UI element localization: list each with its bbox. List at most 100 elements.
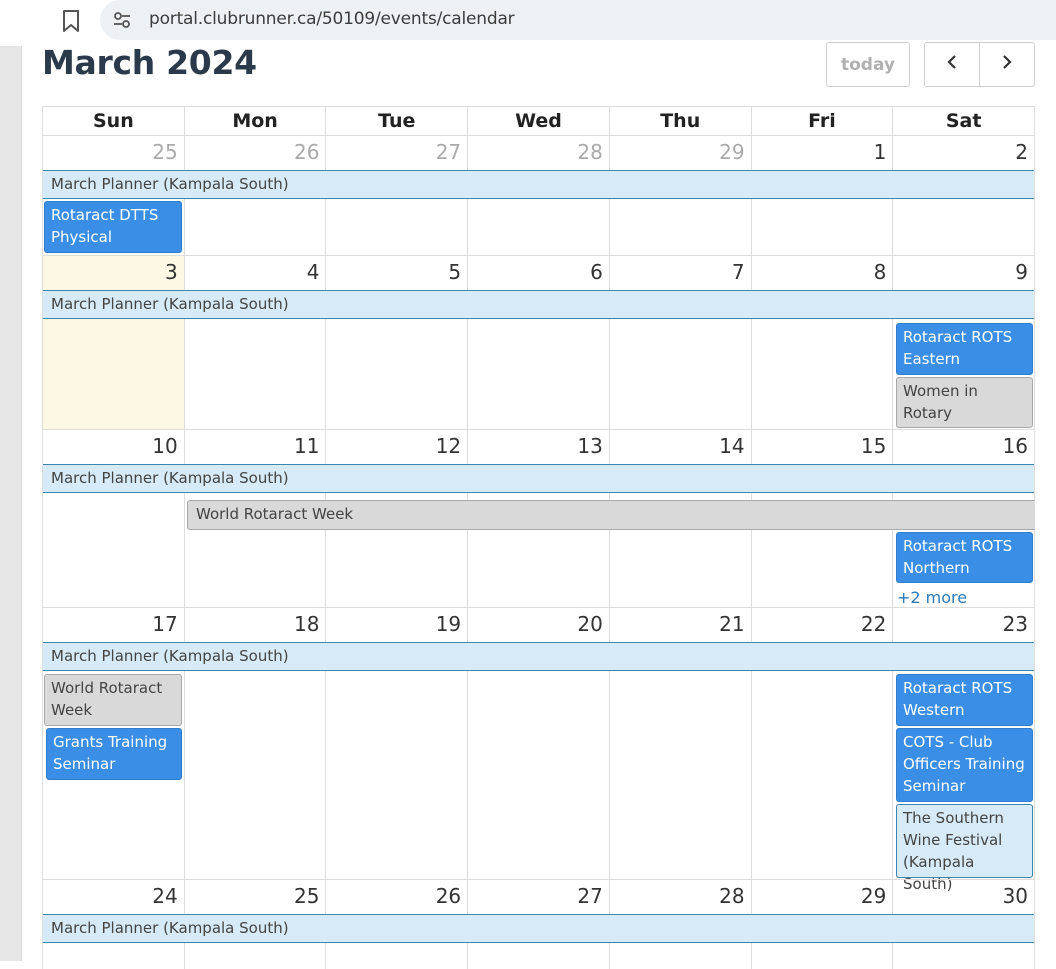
today-button[interactable]: today — [826, 42, 910, 87]
weekday-wed: Wed — [468, 107, 610, 135]
event-line: Physical — [51, 228, 113, 246]
weekday-sat: Sat — [945, 110, 982, 132]
day-cell-today[interactable]: 3 — [43, 256, 185, 429]
day-number[interactable]: 10 — [152, 434, 177, 458]
prev-month-button[interactable] — [924, 42, 980, 87]
day-number[interactable]: 19 — [436, 612, 461, 636]
weekday-mon: Mon — [185, 107, 327, 135]
event-world-rotaract-week[interactable]: World Rotaract Week — [44, 674, 182, 726]
event-line: Rotaract ROTS — [903, 537, 1013, 555]
event-line: Rotaract ROTS — [903, 679, 1013, 697]
day-number[interactable]: 9 — [1015, 260, 1028, 284]
left-gutter — [0, 46, 22, 961]
day-number[interactable]: 25 — [294, 884, 319, 908]
event-line: Northern — [903, 559, 970, 577]
day-number[interactable]: 25 — [152, 140, 177, 164]
event-line: Rotary — [903, 404, 953, 422]
weekday-tue: Tue — [326, 107, 469, 135]
event-rotaract-dtts-physical[interactable]: Rotaract DTTS Physical — [44, 201, 182, 253]
next-month-button[interactable] — [979, 42, 1035, 87]
day-number[interactable]: 21 — [719, 612, 744, 636]
weekday-fri: Fri — [752, 107, 894, 135]
event-line: COTS - Club — [903, 733, 993, 751]
day-number[interactable]: 24 — [152, 884, 177, 908]
event-line: Seminar — [903, 777, 966, 795]
day-number[interactable]: 20 — [577, 612, 602, 636]
day-number[interactable]: 1 — [874, 140, 887, 164]
day-number[interactable]: 28 — [577, 140, 602, 164]
event-line: Officers Training — [903, 755, 1025, 773]
day-number[interactable]: 5 — [448, 260, 461, 284]
planner-event[interactable]: March Planner (Kampala South) — [43, 914, 1034, 943]
chevron-right-icon — [999, 54, 1015, 75]
event-southern-wine-festival[interactable]: The Southern Wine Festival (Kampala Sout… — [896, 804, 1033, 893]
event-rotaract-rots-western[interactable]: Rotaract ROTS Western — [896, 674, 1033, 726]
day-number[interactable]: 12 — [436, 434, 461, 458]
day-number[interactable]: 29 — [719, 140, 744, 164]
day-number[interactable]: 28 — [719, 884, 744, 908]
event-line: Seminar — [53, 755, 116, 773]
planner-event[interactable]: March Planner (Kampala South) — [43, 170, 1034, 199]
event-line: World Rotaract — [51, 679, 163, 697]
day-number[interactable]: 22 — [861, 612, 886, 636]
more-events-link[interactable]: +2 more — [897, 588, 967, 607]
event-women-in-rotary[interactable]: Women in Rotary — [896, 377, 1033, 428]
browser-toolbar: portal.clubrunner.ca/50109/events/calend… — [0, 0, 1056, 46]
event-rotaract-rots-northern[interactable]: Rotaract ROTS Northern — [896, 532, 1033, 583]
calendar-title: March 2024 — [42, 43, 257, 82]
calendar-grid: Sun Mon Tue Wed Thu Fri Sat 25 26 27 28 … — [42, 106, 1035, 969]
day-number[interactable]: 8 — [874, 260, 887, 284]
event-line: Women in — [903, 382, 978, 400]
chevron-left-icon — [944, 54, 960, 75]
day-number[interactable]: 16 — [1003, 434, 1028, 458]
day-number[interactable]: 23 — [1003, 612, 1028, 636]
day-number[interactable]: 6 — [590, 260, 603, 284]
weekday-sun: Sun — [43, 107, 185, 135]
event-line: Week — [51, 701, 93, 719]
day-number[interactable]: 7 — [732, 260, 745, 284]
weekday-header: Sun Mon Tue Wed Thu Fri Sat — [42, 106, 1035, 135]
day-number[interactable]: 4 — [307, 260, 320, 284]
day-cell[interactable]: 4 — [185, 256, 327, 429]
event-world-rotaract-week[interactable]: World Rotaract Week — [187, 500, 1035, 530]
url-text[interactable]: portal.clubrunner.ca/50109/events/calend… — [149, 9, 515, 29]
day-cell[interactable]: 6 — [468, 256, 610, 429]
event-cots-club-officers-training[interactable]: COTS - Club Officers Training Seminar — [896, 728, 1033, 802]
event-rotaract-rots-eastern[interactable]: Rotaract ROTS Eastern — [896, 323, 1033, 375]
week-row: 17 18 19 20 21 22 23 March Planner (Kamp… — [42, 607, 1035, 893]
day-number[interactable]: 18 — [294, 612, 319, 636]
week-row: 25 26 27 28 29 1 2 March Planner (Kampal… — [42, 135, 1035, 255]
day-cell[interactable]: 10 — [43, 430, 185, 607]
day-number[interactable]: 11 — [294, 434, 319, 458]
day-number[interactable]: 15 — [861, 434, 886, 458]
event-line: Grants Training — [53, 733, 168, 751]
tune-icon[interactable] — [112, 10, 132, 30]
event-line: Rotaract DTTS — [51, 206, 159, 224]
day-cell[interactable]: 7 — [610, 256, 752, 429]
day-number[interactable]: 27 — [577, 884, 602, 908]
week-row: 10 11 12 13 14 15 16 March Planner (Kamp… — [42, 429, 1035, 607]
day-cell[interactable]: 5 — [326, 256, 469, 429]
day-number[interactable]: 27 — [436, 140, 461, 164]
weekday-thu: Thu — [610, 107, 752, 135]
planner-event[interactable]: March Planner (Kampala South) — [43, 464, 1034, 493]
day-number[interactable]: 13 — [577, 434, 602, 458]
event-line: Rotaract ROTS — [903, 328, 1013, 346]
event-line: Wine Festival — [903, 831, 1003, 849]
day-number[interactable]: 14 — [719, 434, 744, 458]
day-number[interactable]: 26 — [294, 140, 319, 164]
week-row: 24 25 26 27 28 29 30 March Planner (Kamp… — [42, 879, 1035, 969]
day-number[interactable]: 30 — [1003, 884, 1028, 908]
planner-event[interactable]: March Planner (Kampala South) — [43, 642, 1034, 671]
bookmark-icon[interactable] — [62, 10, 80, 32]
day-number[interactable]: 29 — [861, 884, 886, 908]
event-grants-training-seminar[interactable]: Grants Training Seminar — [46, 728, 182, 780]
day-number[interactable]: 2 — [1015, 140, 1028, 164]
day-number[interactable]: 26 — [436, 884, 461, 908]
day-number[interactable]: 17 — [152, 612, 177, 636]
day-number[interactable]: 3 — [165, 260, 178, 284]
planner-event[interactable]: March Planner (Kampala South) — [43, 290, 1034, 319]
event-line: The Southern — [903, 809, 1004, 827]
day-cell[interactable]: 8 — [752, 256, 894, 429]
week-row: 3 4 5 6 7 8 9 March Planner (Kampala Sou… — [42, 255, 1035, 429]
